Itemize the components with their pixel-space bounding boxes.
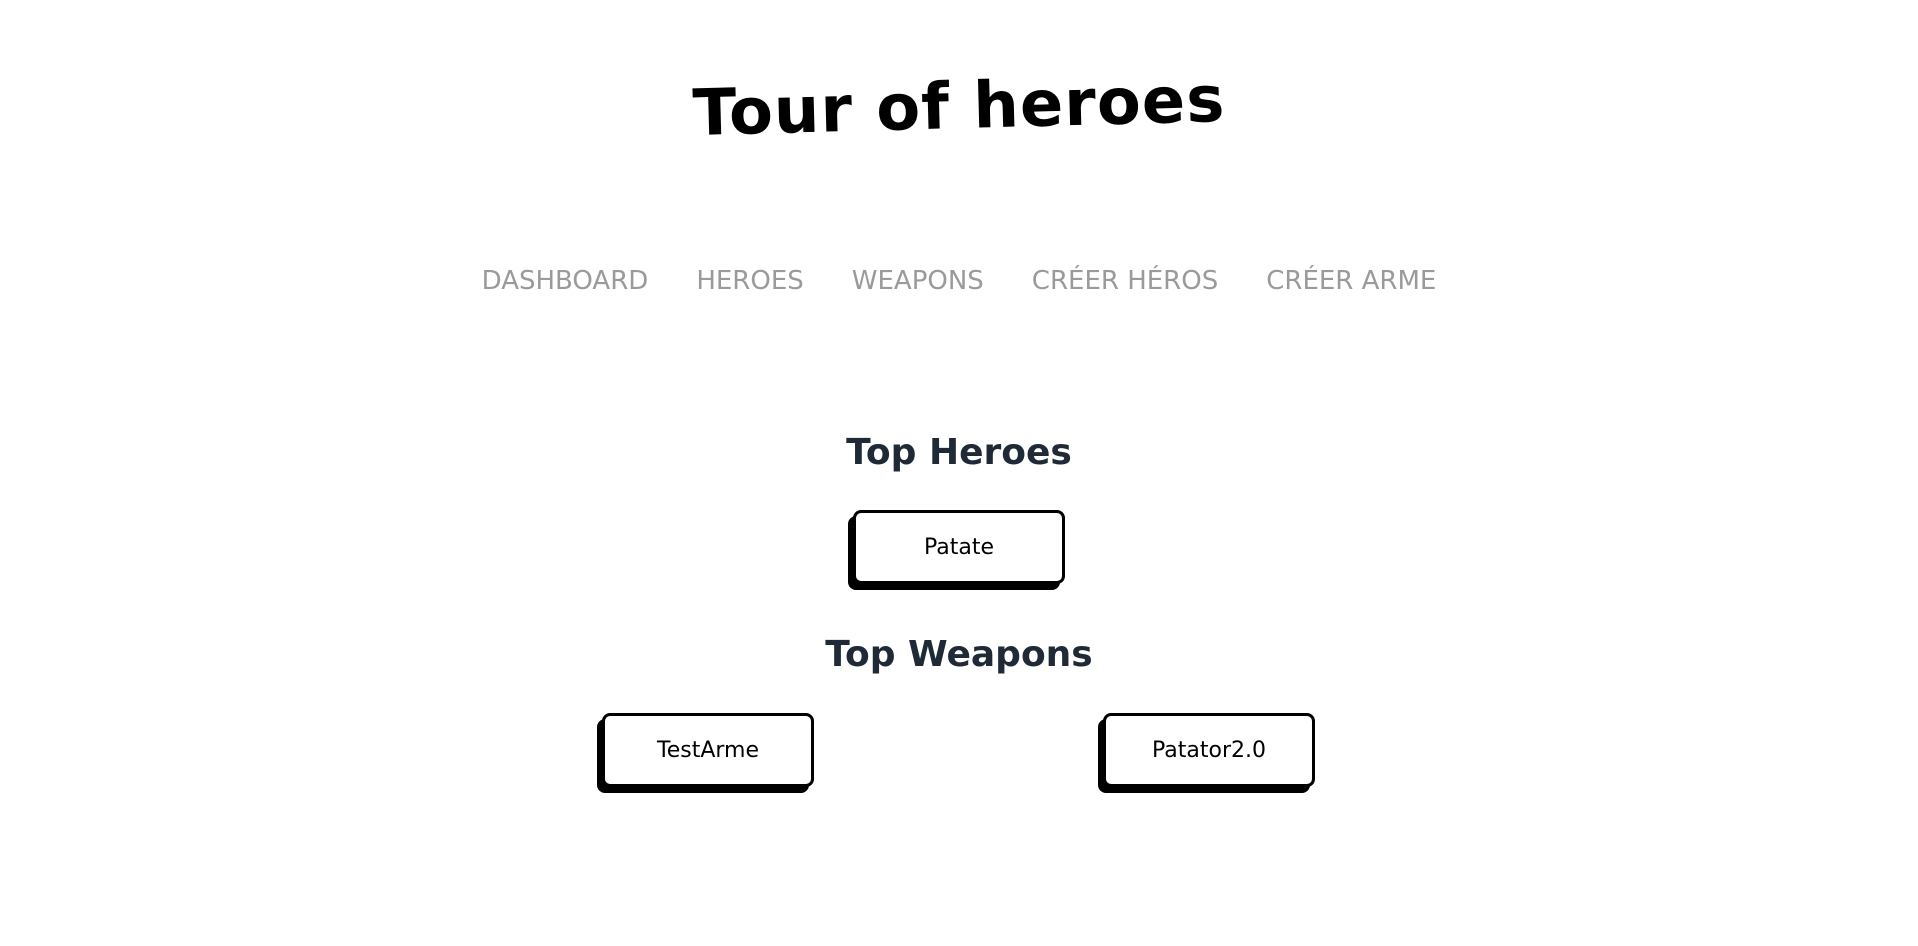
- main-nav: DASHBOARD HEROES WEAPONS CRÉER HÉROS CRÉ…: [0, 266, 1918, 296]
- weapon-card-name: Patator2.0: [1152, 737, 1266, 763]
- top-heroes-title: Top Heroes: [846, 432, 1072, 473]
- nav-link-dashboard[interactable]: DASHBOARD: [482, 266, 649, 296]
- hero-card[interactable]: Patate: [853, 510, 1065, 584]
- nav-link-heroes[interactable]: HEROES: [696, 266, 803, 296]
- weapon-card[interactable]: TestArme: [602, 713, 814, 787]
- hero-card-name: Patate: [923, 534, 995, 560]
- nav-link-create-hero[interactable]: CRÉER HÉROS: [1032, 266, 1218, 296]
- nav-link-create-weapon[interactable]: CRÉER ARME: [1266, 266, 1436, 296]
- weapon-card[interactable]: Patator2.0: [1103, 713, 1315, 787]
- nav-link-weapons[interactable]: WEAPONS: [852, 266, 984, 296]
- top-weapons-title: Top Weapons: [825, 634, 1093, 675]
- app-title: Tour of heroes: [691, 63, 1227, 151]
- weapon-card-name: TestArme: [657, 737, 759, 763]
